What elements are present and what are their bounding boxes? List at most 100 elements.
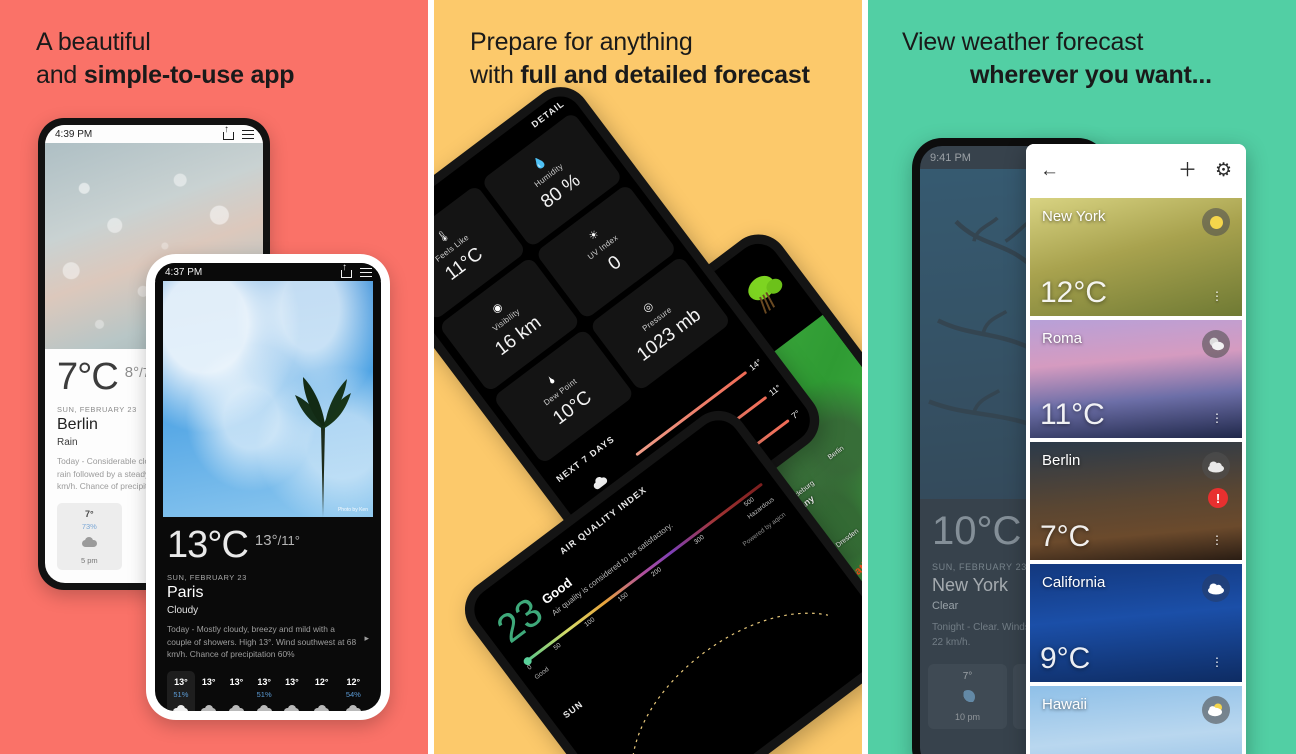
day-high: 14° — [747, 356, 764, 373]
location-card-berlin[interactable]: Berlin 7°C ! ⋮ — [1030, 442, 1242, 560]
hourly-item[interactable]: 13° 7 pm — [223, 671, 251, 711]
gear-icon[interactable]: ⚙ — [1215, 161, 1232, 180]
paris-current-conditions: 13°C 13°/11° SUN, FEBRUARY 23 Paris Clou… — [155, 517, 381, 711]
share-icon[interactable] — [223, 125, 234, 140]
sun-icon — [1202, 208, 1230, 236]
weather-alert-icon[interactable]: ! — [1208, 488, 1228, 508]
hour-precip — [282, 690, 302, 699]
hourly-item[interactable]: 12° 54% 11 pm — [338, 671, 369, 711]
paris-summary: Today - Mostly cloudy, breezy and mild w… — [167, 623, 357, 660]
location-name: Berlin — [1042, 452, 1081, 469]
cloud-icon — [314, 705, 330, 711]
status-time: 4:39 PM — [55, 129, 93, 140]
plus-icon[interactable]: ＋ — [1178, 161, 1197, 180]
hour-precip: 51% — [173, 690, 189, 700]
day-high: 7° — [789, 407, 802, 421]
cloud-icon — [81, 537, 97, 548]
paris-temperature: 13°C — [167, 524, 249, 566]
hourly-item[interactable]: 13° 9 pm — [278, 671, 306, 711]
gauge-icon: ◎ — [640, 299, 656, 315]
hourly-item[interactable]: 12° 10 pm — [306, 671, 338, 711]
chevron-right-icon[interactable]: ▸ — [364, 633, 369, 644]
overflow-menu-icon[interactable]: ⋮ — [1211, 657, 1223, 668]
location-temperature: 7°C — [1040, 520, 1091, 553]
back-arrow-icon[interactable]: ← — [1040, 161, 1059, 180]
paris-date: SUN, FEBRUARY 23 — [167, 572, 247, 582]
status-time: 9:41 PM — [930, 152, 971, 164]
dew-icon: 🌢 — [545, 373, 558, 387]
location-name: New York — [1042, 208, 1106, 225]
paris-high-low: 13°/11° — [254, 532, 300, 549]
cloud-icon — [284, 705, 300, 711]
berlin-status-bar: 4:39 PM — [45, 125, 263, 143]
location-card-roma[interactable]: Roma 11°C ⋮ — [1030, 320, 1242, 438]
cloud-icon — [1202, 574, 1230, 602]
status-time: 4:37 PM — [165, 267, 203, 278]
hour-temp: 13° — [174, 677, 188, 688]
hourly-item[interactable]: 7° 10 pm — [928, 664, 1007, 729]
location-card-california[interactable]: California 9°C ⋮ — [1030, 564, 1242, 682]
headline-line-2: wherever you want... — [970, 61, 1212, 90]
hour-precip: 54% — [345, 690, 361, 700]
berlin-temperature: 7°C — [57, 356, 119, 398]
day-high: 11° — [766, 382, 783, 398]
paris-screen: 4:37 PM Ph — [155, 263, 381, 711]
location-card-new-york[interactable]: New York 12°C ⋮ — [1030, 198, 1242, 316]
paris-status-bar: 4:37 PM — [155, 263, 381, 281]
promo-panel-one: A beautiful and simple-to-use app 4:39 P… — [0, 0, 428, 754]
location-name: California — [1042, 574, 1106, 591]
headline-line-1: View weather forecast — [902, 28, 1144, 56]
headline-line-2: and simple-to-use app — [36, 61, 295, 90]
headline-line-1: A beautiful — [36, 28, 151, 56]
hourly-item[interactable]: 13° 51% 5 pm — [167, 671, 195, 711]
hour-temp: 13° — [201, 677, 216, 688]
store-listing-screenshot-set: A beautiful and simple-to-use app 4:39 P… — [0, 0, 1296, 754]
hourly-item[interactable]: 13° 51% 8 pm — [250, 671, 278, 711]
location-card-hawaii[interactable]: Hawaii 23°C ⋮ — [1030, 686, 1242, 754]
moon-icon — [960, 690, 975, 704]
panel-one-headline: A beautiful and simple-to-use app — [36, 26, 295, 93]
paris-condition: Cloudy — [167, 604, 199, 616]
hour-precip: 73% — [81, 522, 97, 532]
hour-temp: 7° — [85, 509, 94, 520]
location-temperature: 11°C — [1040, 398, 1105, 431]
hamburger-menu-icon[interactable] — [242, 130, 254, 140]
cloud-icon — [173, 705, 189, 711]
location-temperature: 9°C — [1040, 642, 1091, 675]
share-icon[interactable] — [341, 263, 352, 278]
partly-sunny-icon — [1202, 696, 1230, 724]
hour-temp: 7° — [962, 671, 973, 682]
overflow-menu-icon[interactable]: ⋮ — [1211, 535, 1223, 546]
promo-panel-two: Prepare for anything with full and detai… — [434, 0, 862, 754]
hourly-item[interactable]: 7° 73% 5 pm — [57, 503, 122, 571]
cloud-icon — [345, 705, 361, 711]
paris-city-name: Paris — [167, 583, 204, 601]
paris-hourly-forecast[interactable]: 13° 51% 5 pm 13° 6 pm 13° — [167, 671, 369, 711]
aqi-tick: 200 — [650, 566, 663, 579]
hour-time: 10 pm — [954, 712, 980, 722]
hour-precip — [227, 690, 247, 699]
hamburger-menu-icon[interactable] — [360, 268, 372, 278]
panel-three-headline: View weather forecast wherever you want.… — [902, 26, 1212, 93]
hour-precip: 51% — [256, 690, 272, 700]
aqi-tick: 50 — [552, 641, 563, 652]
cloud-icon — [201, 705, 217, 711]
hour-temp: 12° — [314, 677, 329, 688]
hour-time: 5 pm — [80, 556, 98, 566]
overflow-menu-icon[interactable]: ⋮ — [1211, 413, 1223, 424]
aqi-tick: 100 — [583, 616, 597, 629]
hour-temp: 13° — [229, 677, 244, 688]
hourly-item[interactable]: 13° 6 pm — [195, 671, 223, 711]
cloud-icon — [256, 705, 272, 711]
eye-icon: ◉ — [489, 300, 505, 316]
hour-precip — [310, 690, 334, 699]
locations-list-screen: ← ＋ ⚙ New York 12°C ⋮ Roma 11°C ⋮ Berlin… — [1026, 144, 1246, 754]
aqi-tick: 500 — [742, 496, 756, 509]
aqi-tick: 150 — [616, 591, 630, 604]
hour-temp: 13° — [257, 677, 271, 688]
aqi-tick: 0 — [526, 663, 534, 672]
overflow-menu-icon[interactable]: ⋮ — [1211, 291, 1223, 302]
partly-cloudy-icon — [1202, 330, 1230, 358]
promo-panel-three: View weather forecast wherever you want.… — [868, 0, 1296, 754]
palm-tree-graphic — [295, 377, 351, 517]
